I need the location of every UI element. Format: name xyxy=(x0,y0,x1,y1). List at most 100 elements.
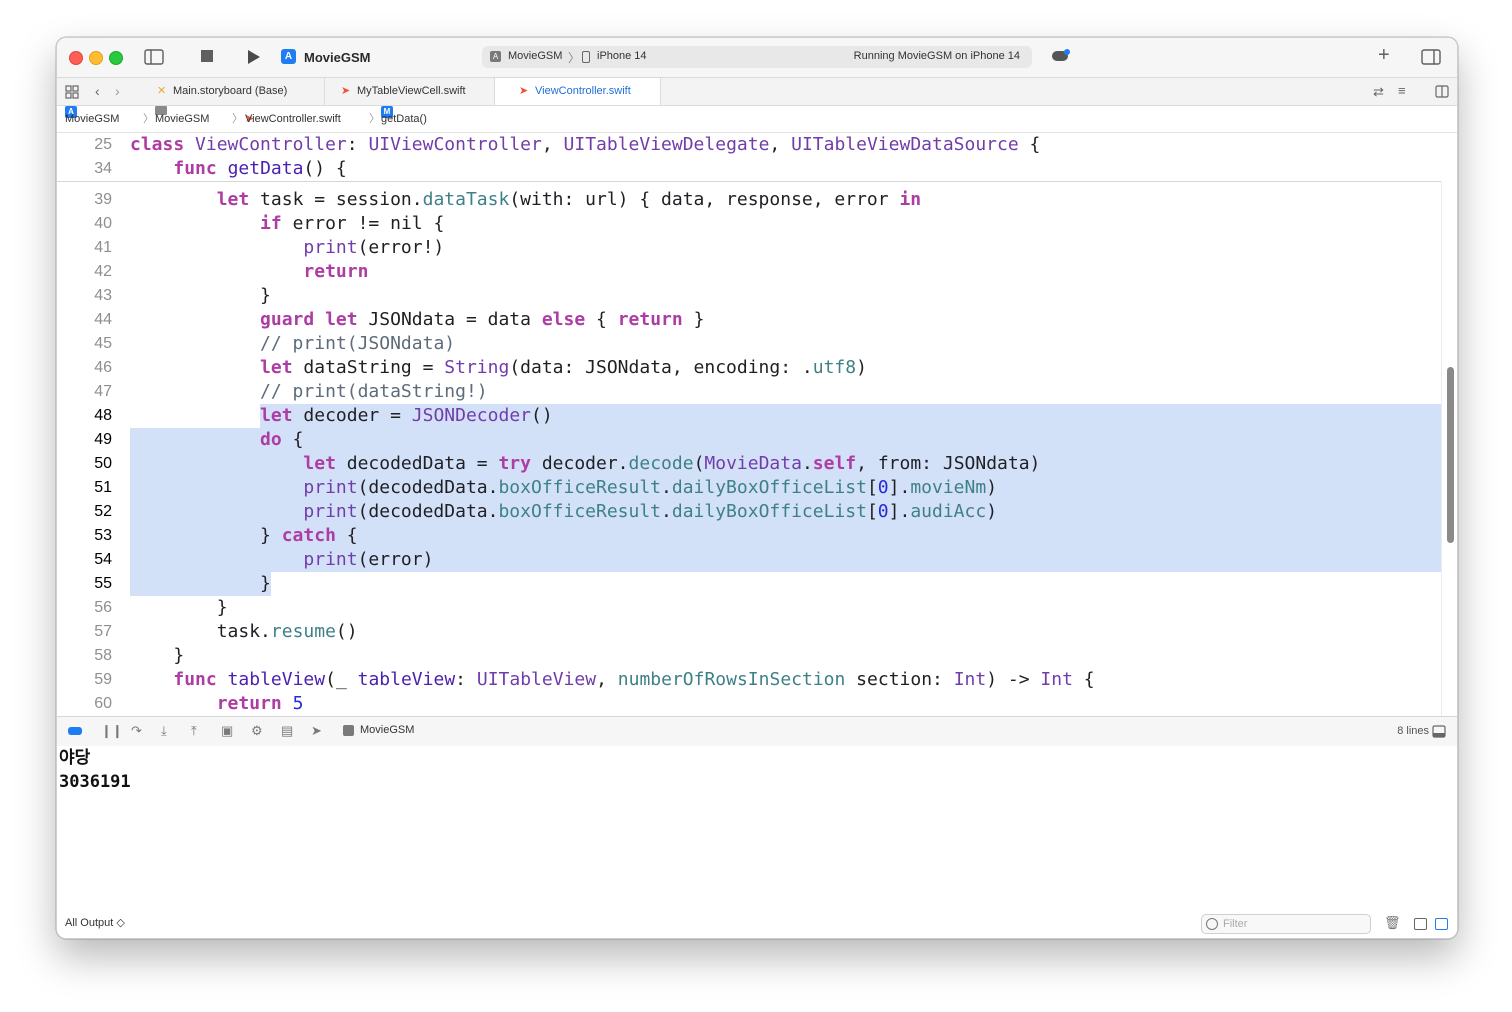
environment-overrides-icon[interactable]: ▤ xyxy=(281,724,293,738)
code-line[interactable]: 60 return 5 xyxy=(57,692,1443,716)
code-line[interactable]: 51 print(decodedData.boxOfficeResult.dai… xyxy=(57,476,1443,500)
variables-view-icon[interactable] xyxy=(1414,918,1427,930)
code-line[interactable]: 55 } xyxy=(57,572,1443,596)
editor-scrollbar[interactable] xyxy=(1441,181,1457,716)
code-line[interactable]: 56 } xyxy=(57,596,1443,620)
trash-icon[interactable]: 🗑 xyxy=(1384,915,1401,931)
code-text: let task = session.dataTask(with: url) {… xyxy=(216,189,922,210)
sticky-line[interactable]: 25 class ViewController: UIViewControlle… xyxy=(57,133,1443,157)
line-number: 44 xyxy=(94,311,112,328)
tab-main-storyboard[interactable]: ✕ Main.storyboard (Base) xyxy=(139,78,325,105)
sticky-scope-header: 25 class ViewController: UIViewControlle… xyxy=(57,133,1443,182)
cloud-status-icon[interactable] xyxy=(1052,49,1070,61)
back-icon[interactable]: ‹ xyxy=(95,83,100,99)
filter-field[interactable]: Filter xyxy=(1201,914,1371,934)
code-line[interactable]: 52 print(decodedData.boxOfficeResult.dai… xyxy=(57,500,1443,524)
line-number: 39 xyxy=(94,191,112,208)
code-text: print(error) xyxy=(303,549,434,570)
line-number: 59 xyxy=(94,671,112,688)
code-line[interactable]: 46 let dataString = String(data: JSONdat… xyxy=(57,356,1443,380)
filter-icon xyxy=(1206,918,1218,930)
view-hierarchy-icon[interactable]: ▣ xyxy=(221,724,233,738)
activity-status: Running MovieGSM on iPhone 14 xyxy=(853,50,1020,62)
tab-mytableviewcell[interactable]: ➤ MyTableViewCell.swift xyxy=(325,78,495,105)
line-number: 40 xyxy=(94,215,112,232)
code-text: func tableView(_ tableView: UITableView,… xyxy=(173,669,1095,690)
code-text: print(error!) xyxy=(303,237,445,258)
line-number: 47 xyxy=(94,383,112,400)
step-into-icon[interactable]: ⤓ xyxy=(161,724,167,738)
code-text: // print(dataString!) xyxy=(260,381,488,402)
code-line[interactable]: 42 return xyxy=(57,260,1443,284)
code-line[interactable]: 48 let decoder = JSONDecoder() xyxy=(57,404,1443,428)
source-editor[interactable]: 39 let task = session.dataTask(with: url… xyxy=(57,133,1457,716)
inspector-toggle-icon[interactable] xyxy=(1421,49,1441,65)
sticky-line[interactable]: 34 func getData() { xyxy=(57,157,1443,181)
step-over-icon[interactable]: ↷ xyxy=(131,724,142,738)
code-line[interactable]: 40 if error != nil { xyxy=(57,212,1443,236)
related-items-icon[interactable]: ⇄ xyxy=(1373,84,1384,100)
split-editor-icon[interactable] xyxy=(1435,85,1449,98)
iphone-icon xyxy=(582,51,590,63)
code-line[interactable]: 53 } catch { xyxy=(57,524,1443,548)
tab-label: MyTableViewCell.swift xyxy=(357,85,466,97)
close-window-button[interactable] xyxy=(69,51,83,65)
code-text: class ViewController: UIViewController, … xyxy=(130,134,1041,155)
code-line[interactable]: 57 task.resume() xyxy=(57,620,1443,644)
code-line[interactable]: 54 print(error) xyxy=(57,548,1443,572)
line-number: 57 xyxy=(94,623,112,640)
code-line[interactable]: 59 func tableView(_ tableView: UITableVi… xyxy=(57,668,1443,692)
editor-options-icon[interactable]: ≡ xyxy=(1398,83,1406,98)
scheme-name[interactable]: MovieGSM xyxy=(508,50,562,62)
console-view-icon[interactable] xyxy=(1435,918,1448,930)
code-line[interactable]: 49 do { xyxy=(57,428,1443,452)
code-line[interactable]: 43 } xyxy=(57,284,1443,308)
sidebar-toggle-icon[interactable] xyxy=(144,49,164,65)
code-text: let decoder = JSONDecoder() xyxy=(260,405,553,426)
storyboard-icon: ✕ xyxy=(157,85,167,97)
process-name[interactable]: MovieGSM xyxy=(360,724,414,736)
console-output[interactable]: 야당 3036191 xyxy=(57,746,1457,906)
code-text: task.resume() xyxy=(130,621,358,642)
hide-debug-area-icon[interactable] xyxy=(1432,725,1446,738)
output-filter-popup[interactable]: All Output ◇ xyxy=(65,916,125,929)
scheme-selector[interactable]: A MovieGSM 〉 iPhone 14 Running MovieGSM … xyxy=(482,46,1032,68)
code-line[interactable]: 45 // print(JSONdata) xyxy=(57,332,1443,356)
minimize-window-button[interactable] xyxy=(89,51,103,65)
code-text: guard let JSONdata = data else { return … xyxy=(260,309,705,330)
breadcrumb-separator: 〉 xyxy=(232,113,243,125)
code-line[interactable]: 58 } xyxy=(57,644,1443,668)
pause-icon[interactable]: ❙❙ xyxy=(101,724,123,738)
tab-viewcontroller[interactable]: ➤ ViewController.swift xyxy=(495,78,661,105)
code-line[interactable]: 50 let decodedData = try decoder.decode(… xyxy=(57,452,1443,476)
code-line[interactable]: 44 guard let JSONdata = data else { retu… xyxy=(57,308,1443,332)
console-bottom-bar: All Output ◇ Filter 🗑 xyxy=(57,906,1457,938)
line-number: 52 xyxy=(94,503,112,520)
code-line[interactable]: 47 // print(dataString!) xyxy=(57,380,1443,404)
stop-button[interactable] xyxy=(201,50,213,62)
code-line[interactable]: 41 print(error!) xyxy=(57,236,1443,260)
breadcrumb-separator: 〉 xyxy=(143,113,154,125)
line-number: 25 xyxy=(94,136,112,153)
location-icon[interactable]: ➤ xyxy=(311,724,322,738)
code-text: } xyxy=(130,645,185,666)
breadcrumb: A MovieGSM 〉 MovieGSM 〉 ➤ ViewController… xyxy=(57,106,1457,133)
run-destination[interactable]: iPhone 14 xyxy=(597,50,647,62)
debug-area-toggle[interactable] xyxy=(68,727,82,735)
selection-highlight xyxy=(130,428,1443,452)
breadcrumb-folder-label: MovieGSM xyxy=(155,113,210,125)
code-line[interactable]: 39 let task = session.dataTask(with: url… xyxy=(57,188,1443,212)
add-library-button[interactable]: + xyxy=(1378,45,1390,65)
memory-graph-icon[interactable]: ⚙ xyxy=(251,724,263,738)
scrollbar-thumb[interactable] xyxy=(1447,367,1454,543)
forward-icon[interactable]: › xyxy=(115,83,120,99)
grid-icon[interactable] xyxy=(65,85,79,99)
code-text: return xyxy=(303,261,369,282)
code-text: } xyxy=(130,573,271,594)
app-icon xyxy=(343,725,354,736)
step-out-icon[interactable]: ⤒ xyxy=(191,724,197,738)
run-button[interactable] xyxy=(247,49,261,65)
line-number: 51 xyxy=(94,479,112,496)
line-number: 48 xyxy=(94,407,112,424)
zoom-window-button[interactable] xyxy=(109,51,123,65)
